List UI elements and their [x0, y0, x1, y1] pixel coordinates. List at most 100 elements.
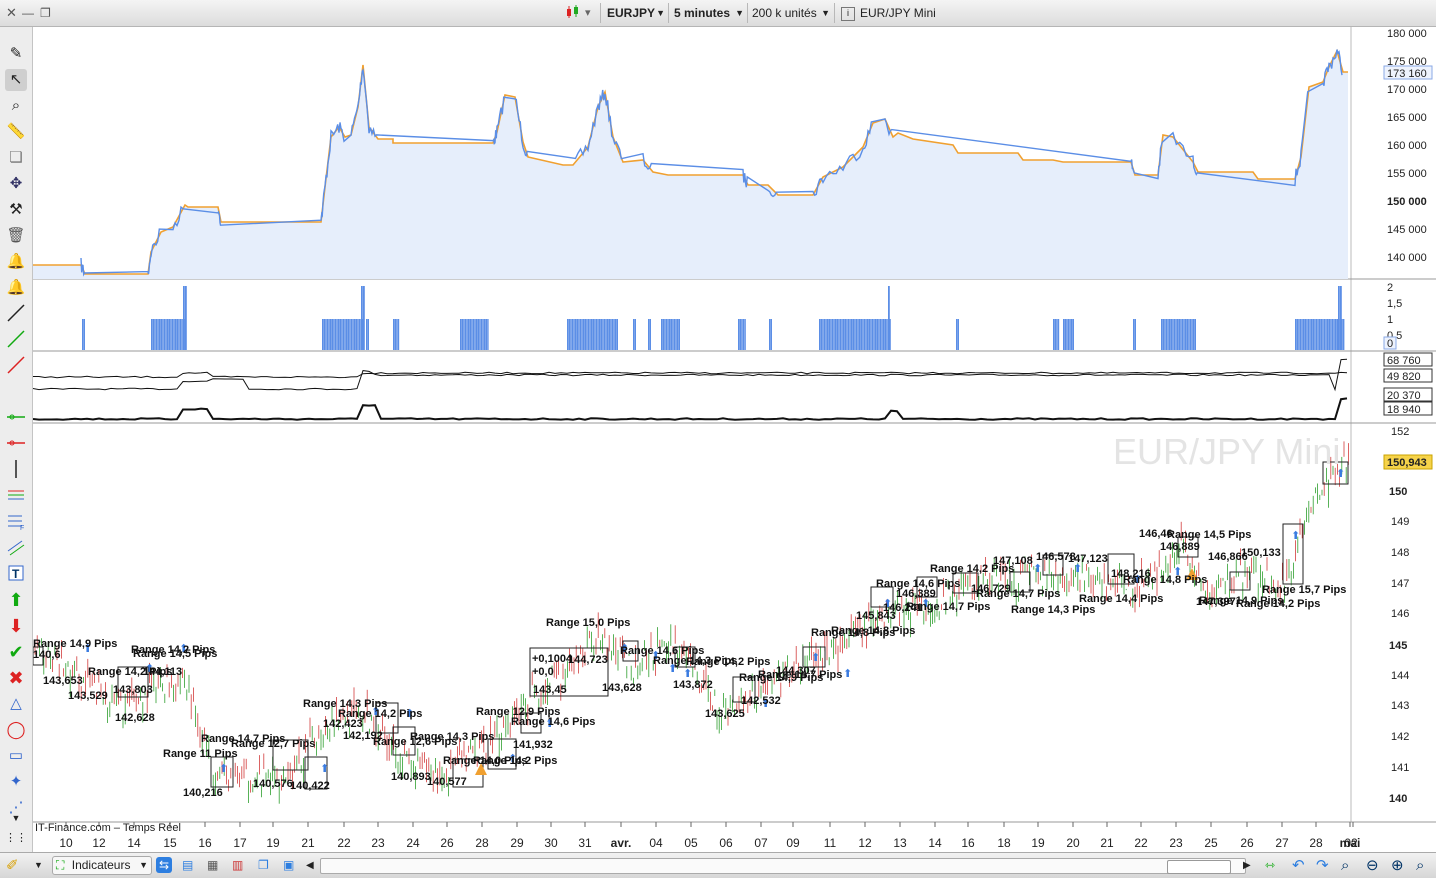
range-label: 143,625	[705, 708, 745, 720]
histogram-bar	[163, 319, 166, 350]
template-icon[interactable]: ▣	[283, 856, 294, 875]
histogram-bar	[672, 319, 674, 350]
arrow-down-red-icon[interactable]: ⬇	[5, 615, 27, 637]
minimize-icon[interactable]: —	[22, 4, 34, 22]
horizontal-red-line-icon[interactable]	[5, 433, 27, 455]
move-icon[interactable]: ✥	[5, 173, 27, 195]
chevron-down-icon[interactable]: ▼	[5, 807, 27, 829]
histogram-bar	[665, 319, 668, 350]
horizontal-green-line-icon[interactable]	[5, 407, 27, 429]
ruler-icon[interactable]: 📏	[5, 121, 27, 143]
chart-area[interactable]: ⬆ ⬆ ⬆ ⬆ ⬆ ⬆ ⬆ ⬆ ⬆ ⬆ ⬆ ⬆ ⬆ ⬆ ⬆ ⬆ ⬆ ⬆ ⬆ ⬆ ⬆ ⬆ ⬆ ⬆ 10 12 14 15 16 17 19 2…	[32, 27, 1436, 852]
histogram-bar	[1298, 319, 1300, 350]
scroll-right-icon[interactable]: ▶	[1243, 856, 1251, 875]
indicators-button[interactable]: ⛶ Indicateurs ▼	[52, 856, 152, 875]
x-tick-label: 20	[1066, 836, 1080, 850]
histogram-bar	[396, 319, 398, 350]
histogram-bar	[1173, 319, 1176, 350]
fibonacci-fan-icon[interactable]: F	[5, 511, 27, 533]
triangle-icon[interactable]: △	[5, 693, 27, 715]
chart-svg[interactable]: ⬆⬆⬆⬆ ⬆⬆ ⬆⬆⬆⬆⬆⬆ ⬆⬆⬆⬆⬆ ⬆⬆ ⬆⬆⬆⬆⬆ 10 12 14 15 16 17 19 2…	[32, 27, 1436, 852]
price-y-tick: 165 000	[1387, 112, 1427, 124]
x-tick-label: 17	[233, 836, 247, 850]
close-icon[interactable]: ✕	[6, 4, 17, 22]
cross-icon[interactable]: ✖	[5, 667, 27, 689]
chart-type-icon[interactable]	[565, 4, 581, 22]
channel-icon[interactable]	[5, 537, 27, 559]
histogram-bar	[154, 319, 156, 350]
units-select[interactable]: 200 k unités ▼	[752, 4, 830, 22]
histogram-bar	[664, 319, 666, 350]
chart-add-icon[interactable]: ▾	[585, 4, 591, 22]
undo-icon[interactable]: ↶	[1292, 856, 1305, 875]
histogram-bar	[846, 319, 848, 350]
histogram-bar	[868, 319, 870, 350]
text-tool-icon[interactable]: T	[5, 563, 27, 585]
line-value: 49 820	[1387, 371, 1421, 383]
histogram-bar	[573, 319, 575, 350]
pencil-icon[interactable]: ✎	[5, 43, 27, 65]
histogram-bar	[480, 319, 483, 350]
layout-icon[interactable]: ▤	[182, 856, 193, 875]
zoom-reset-icon[interactable]: ⌕	[1341, 856, 1349, 875]
range-label: 143,628	[602, 682, 642, 694]
alert-bell-icon[interactable]: 🔔	[5, 277, 27, 299]
zoom-icon[interactable]: ⌕	[5, 95, 27, 117]
chevron-down-icon[interactable]: ▼	[34, 856, 43, 875]
histogram-bar	[1189, 319, 1192, 350]
scroll-left-icon[interactable]: ◀	[306, 856, 314, 875]
tools-icon[interactable]: ⚒	[5, 199, 27, 221]
fit-icon[interactable]: ⌕	[1416, 856, 1424, 875]
range-label: 146,889	[1160, 541, 1200, 553]
histogram-bar	[152, 319, 154, 350]
fibonacci-icon[interactable]	[5, 485, 27, 507]
trash-icon[interactable]: 🗑	[5, 225, 27, 247]
vertical-line-icon[interactable]	[5, 459, 27, 481]
compress-icon[interactable]: ⇿	[1265, 856, 1275, 875]
range-label: Range 14,7 Pips	[976, 588, 1060, 600]
histogram-bar	[770, 319, 772, 350]
green-line-icon[interactable]	[5, 329, 27, 351]
data-source-label: IT-Finance.com – Temps Réel	[35, 822, 181, 834]
histogram-bar	[855, 319, 858, 350]
histogram-bar	[1327, 319, 1329, 350]
maximize-icon[interactable]: ❐	[40, 4, 51, 22]
main-y-tick: 144	[1391, 670, 1409, 682]
window-icon[interactable]: ❐	[258, 856, 269, 875]
main-last-value: 150,943	[1387, 457, 1427, 469]
trendline-icon[interactable]	[5, 303, 27, 325]
range-label: Range 14,8 Pips	[831, 625, 915, 637]
redo-icon[interactable]: ↷	[1316, 856, 1329, 875]
settings-dots-icon[interactable]: ⋮⋮	[5, 827, 27, 849]
timeframe-select[interactable]: 5 minutes ▼	[674, 4, 744, 22]
share-icon[interactable]: ⇆	[156, 857, 172, 873]
draw-icon[interactable]: ✐	[6, 856, 19, 875]
cursor-icon[interactable]: ↖	[5, 69, 27, 91]
checkmark-icon[interactable]: ✔	[5, 641, 27, 663]
scrollbar-thumb[interactable]	[1167, 860, 1231, 874]
symbol-select[interactable]: EURJPY ▼	[607, 4, 665, 22]
histogram-bar	[1328, 319, 1330, 350]
alert-bell-icon[interactable]: 🔔	[5, 251, 27, 273]
bars-icon[interactable]: ▥	[232, 856, 243, 875]
rectangle-icon[interactable]: ▭	[5, 745, 27, 767]
histogram-bar	[634, 319, 636, 350]
x-tick-label: 28	[475, 836, 489, 850]
sparkle-icon[interactable]: ✦	[5, 771, 27, 793]
histogram-bar	[170, 319, 172, 350]
price-y-tick: 140 000	[1387, 252, 1427, 264]
red-line-icon[interactable]	[5, 355, 27, 377]
zoom-in-icon[interactable]: ⊕	[1391, 856, 1404, 875]
range-label: Range 14,2 Pips	[1236, 598, 1320, 610]
line-value: 20 370	[1387, 390, 1421, 402]
arrow-up-green-icon[interactable]: ⬆	[5, 589, 27, 611]
info-icon[interactable]: i	[841, 7, 855, 21]
histogram-bar	[592, 319, 594, 350]
copy-icon[interactable]: ❏	[5, 147, 27, 169]
zoom-out-icon[interactable]: ⊖	[1366, 856, 1379, 875]
horizontal-scrollbar[interactable]	[320, 858, 1246, 874]
histogram-bar	[867, 319, 869, 350]
ellipse-icon[interactable]: ◯	[5, 719, 27, 741]
histogram-bar	[162, 319, 164, 350]
calendar-icon[interactable]: ▦	[207, 856, 218, 875]
